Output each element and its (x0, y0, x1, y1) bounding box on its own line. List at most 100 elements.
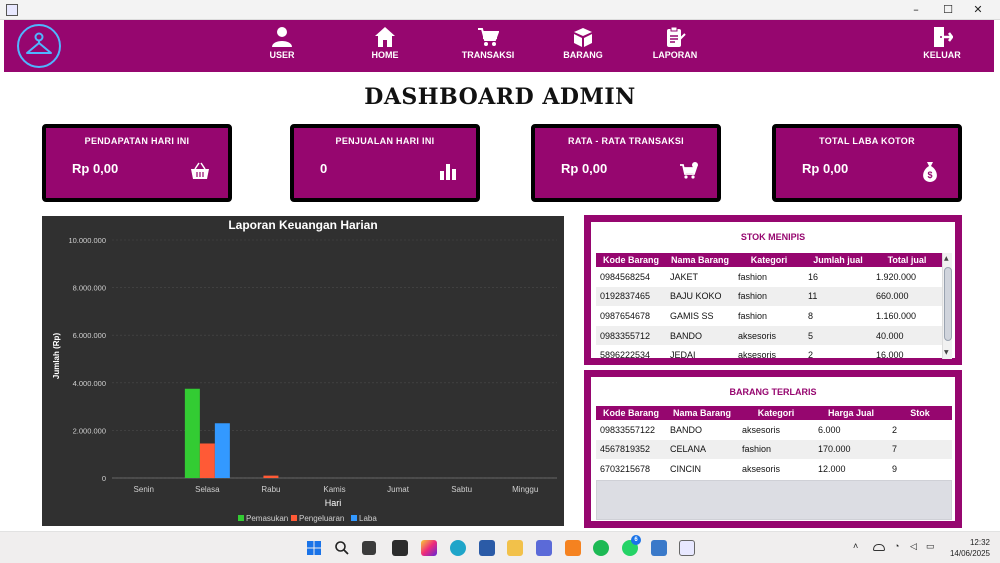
cart-plus-icon (680, 162, 698, 179)
table-row[interactable]: 0192837465 BAJU KOKO fashion 11 660.000 (596, 286, 942, 307)
store-icon[interactable] (479, 540, 495, 556)
folder-icon[interactable] (507, 540, 523, 556)
windows-taskbar: 6 ˄ ◔ ◁ ▭ 12:32 14/06/2025 (0, 531, 1000, 563)
chevron-up-icon[interactable]: ˄ (853, 541, 858, 551)
column-header[interactable]: Kode Barang (596, 253, 666, 267)
user-icon (272, 27, 292, 47)
volume-icon[interactable]: ◁ (910, 541, 917, 552)
table-cell: aksesoris (742, 424, 781, 435)
nav-user[interactable]: USER (262, 26, 302, 60)
battery-icon[interactable]: ▭ (926, 541, 935, 552)
table-row[interactable]: 0984568254 JAKET fashion 16 1.920.000 (596, 267, 942, 287)
windows-start-icon[interactable] (306, 540, 322, 556)
system-clock[interactable]: 12:32 14/06/2025 (950, 537, 990, 559)
table-cell: 16.000 (876, 350, 904, 361)
cart-icon (478, 28, 499, 46)
column-header[interactable]: Harga Jual (814, 406, 888, 420)
column-header[interactable]: Total jual (872, 253, 942, 267)
edge-icon[interactable] (450, 540, 466, 556)
column-header[interactable]: Nama Barang (666, 406, 738, 420)
xampp-icon[interactable] (565, 540, 581, 556)
column-header[interactable]: Stok (888, 406, 952, 420)
scroll-up-icon[interactable]: ▲ (944, 255, 949, 262)
notification-badge: 6 (631, 535, 641, 545)
page-title: DASHBOARD ADMIN (364, 84, 636, 110)
table-row[interactable]: 0983355712 BANDO aksesoris 5 40.000 (596, 325, 942, 346)
table-cell: aksesoris (738, 350, 777, 361)
table-cell: BAJU KOKO (666, 286, 734, 307)
x-tick-label: Senin (134, 485, 154, 494)
table-cell: 2 (892, 424, 898, 435)
table-cell: 16 (808, 271, 819, 282)
table-row[interactable]: 0987654678 GAMIS SS fashion 8 1.160.000 (596, 306, 942, 326)
table-cell: aksesoris (742, 463, 781, 474)
table-row[interactable]: 4567819352 CELANA fashion 170.000 7 (596, 439, 952, 460)
minimize-button[interactable]: – (900, 0, 932, 20)
table-cell: fashion (738, 310, 768, 321)
table-cell: 6.000 (818, 424, 841, 435)
whatsapp-icon[interactable]: 6 (622, 535, 641, 556)
nav-transaksi[interactable]: TRANSAKSI (456, 26, 520, 60)
table-cell: 7 (888, 439, 952, 460)
card-value: Rp 0,00 (561, 161, 608, 176)
table-header-row: Kode Barang Nama Barang Kategori Harga J… (596, 406, 952, 420)
instagram-icon[interactable] (421, 540, 437, 556)
photos-icon[interactable] (651, 540, 667, 556)
table-cell: BANDO (666, 325, 734, 346)
chart-svg: Laporan Keuangan Harian Jumlah (Rp) Hari… (52, 218, 557, 523)
column-header[interactable]: Kategori (738, 406, 814, 420)
stok-scrollbar[interactable]: ▲ ▼ (942, 253, 952, 359)
wifi-icon[interactable]: ◔ (894, 541, 899, 551)
table-row[interactable]: 6703215678 CINCIN aksesoris 12.000 9 (596, 459, 952, 479)
x-tick-label: Kamis (323, 485, 345, 494)
nav-laporan[interactable]: LAPORAN (650, 26, 700, 60)
bar-pengeluaran (263, 475, 279, 478)
search-icon[interactable] (334, 540, 350, 556)
cloud-icon[interactable] (873, 544, 885, 551)
nav-keluar[interactable]: KELUAR (920, 26, 964, 60)
close-button[interactable]: ✕ (962, 0, 994, 20)
task-view-icon[interactable] (362, 541, 376, 555)
card-pendapatan: PENDAPATAN HARI INI Rp 0,00 (42, 124, 232, 202)
table-cell: 12.000 (818, 463, 846, 474)
chart-title: Laporan Keuangan Harian (228, 218, 377, 232)
terlaris-table: Kode Barang Nama Barang Kategori Harga J… (596, 406, 952, 479)
nav-barang-label: BARANG (563, 50, 603, 60)
stok-menipis-panel: STOK MENIPIS Kode Barang Nama Barang Kat… (584, 215, 962, 365)
stok-table: Kode Barang Nama Barang Kategori Jumlah … (596, 253, 942, 365)
column-header[interactable]: Kategori (734, 253, 804, 267)
table-cell: CINCIN (670, 463, 701, 474)
legend-swatch (291, 515, 297, 521)
card-rata-rata: RATA - RATA TRANSAKSI Rp 0,00 (531, 124, 721, 202)
table-cell: 660.000 (872, 286, 942, 307)
terminal-icon[interactable] (392, 540, 408, 556)
scrollbar-thumb[interactable] (944, 267, 952, 341)
legend-label: Pengeluaran (299, 514, 344, 523)
table-cell: 9 (892, 463, 898, 474)
nav-laporan-label: LAPORAN (652, 50, 698, 60)
column-header[interactable]: Kode Barang (596, 406, 666, 420)
column-header[interactable]: Jumlah jual (804, 253, 872, 267)
spotify-icon[interactable] (593, 540, 609, 556)
bar-pemasukan (184, 388, 200, 478)
svg-text:$: $ (927, 170, 932, 180)
nav-barang[interactable]: BARANG (560, 26, 606, 60)
nav-home[interactable]: HOME (365, 26, 405, 60)
table-empty-area (596, 480, 952, 520)
x-tick-label: Rabu (261, 485, 280, 494)
app-icon-cube[interactable] (536, 540, 552, 556)
maximize-button[interactable]: ☐ (932, 0, 964, 20)
x-tick-label: Selasa (195, 485, 220, 494)
card-title: TOTAL LABA KOTOR (819, 136, 915, 146)
table-cell: fashion (738, 439, 814, 460)
scroll-down-icon[interactable]: ▼ (944, 349, 949, 356)
nav-keluar-label: KELUAR (923, 50, 961, 60)
table-cell: aksesoris (734, 325, 804, 346)
table-row[interactable]: 5896222534 JEDAI aksesoris 2 16.000 (596, 345, 942, 365)
column-header[interactable]: Nama Barang (666, 253, 734, 267)
java-app-icon[interactable] (679, 540, 695, 556)
window-titlebar: – ☐ ✕ (0, 0, 1000, 20)
table-cell: JAKET (670, 271, 699, 282)
y-tick-label: 4.000.000 (73, 379, 106, 388)
table-row[interactable]: 09833557122 BANDO aksesoris 6.000 2 (596, 420, 952, 440)
